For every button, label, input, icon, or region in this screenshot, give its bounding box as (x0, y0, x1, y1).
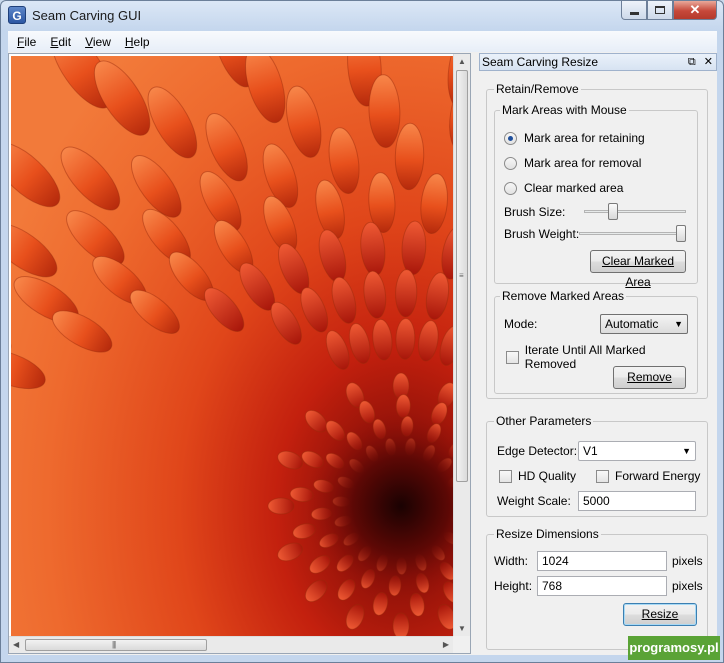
width-unit-label: pixels (672, 554, 703, 568)
dock-title-bar[interactable]: Seam Carving Resize ⧉ ✕ (479, 53, 717, 71)
horizontal-scroll-thumb[interactable]: ||| (25, 639, 207, 651)
mark-areas-group: Mark Areas with Mouse Mark area for reta… (494, 103, 698, 289)
remove-marked-legend: Remove Marked Areas (500, 289, 627, 303)
scroll-left-icon[interactable]: ◀ (13, 640, 19, 649)
watermark-logo: programosy.pl (628, 636, 720, 660)
close-icon: ✕ (689, 2, 701, 17)
brush-size-slider-thumb[interactable] (607, 203, 618, 220)
minimize-button[interactable] (621, 1, 647, 20)
flower-image (11, 56, 453, 636)
retain-remove-group: Retain/Remove Mark Areas with Mouse Mark… (486, 82, 708, 399)
width-label: Width: (494, 554, 529, 568)
minimize-icon (629, 11, 639, 15)
width-input[interactable]: 1024 (537, 551, 667, 571)
mode-select[interactable]: Automatic ▼ (600, 314, 688, 334)
edge-detector-select[interactable]: V1 ▼ (578, 441, 696, 461)
checkbox[interactable] (499, 469, 512, 483)
grip-icon: ≡ (459, 271, 464, 280)
title-bar[interactable]: G Seam Carving GUI ✕ (1, 1, 723, 31)
menu-view[interactable]: View (79, 35, 119, 49)
client-area: ▲ ≡ ▼ ◀ ||| ▶ Seam Carving Resize ⧉ ✕ Re… (8, 52, 717, 655)
app-icon: G (8, 6, 26, 24)
checkbox[interactable] (506, 350, 519, 364)
vertical-scrollbar[interactable]: ▲ ≡ ▼ (453, 54, 470, 636)
horizontal-scrollbar[interactable]: ◀ ||| ▶ (9, 636, 453, 653)
menu-help[interactable]: Help (119, 35, 158, 49)
chevron-down-icon: ▼ (674, 319, 683, 329)
retain-remove-legend: Retain/Remove (494, 82, 581, 96)
window-title: Seam Carving GUI (32, 8, 142, 23)
weight-scale-label: Weight Scale: (497, 494, 571, 508)
menu-edit[interactable]: Edit (44, 35, 79, 49)
radio-mark-removal[interactable]: Mark area for removal (504, 156, 641, 170)
radio-mark-retaining[interactable]: Mark area for retaining (504, 131, 645, 145)
vertical-scroll-thumb[interactable]: ≡ (456, 70, 468, 482)
seam-carving-dock: Seam Carving Resize ⧉ ✕ Retain/Remove Ma… (479, 53, 717, 653)
float-icon[interactable]: ⧉ (688, 56, 696, 68)
weight-scale-input[interactable]: 5000 (578, 491, 696, 511)
image-view[interactable]: ▲ ≡ ▼ ◀ ||| ▶ (8, 53, 471, 654)
menu-bar: File Edit View Help (8, 31, 717, 52)
maximize-icon (655, 6, 665, 14)
remove-marked-group: Remove Marked Areas Mode: Automatic ▼ It… (494, 289, 698, 394)
scroll-right-icon[interactable]: ▶ (443, 640, 449, 649)
radio-button[interactable] (504, 181, 517, 195)
remove-button[interactable]: Remove (613, 366, 686, 389)
app-window: G Seam Carving GUI ✕ File Edit View Help (0, 0, 724, 663)
dock-title: Seam Carving Resize (482, 55, 599, 69)
other-parameters-legend: Other Parameters (494, 414, 594, 428)
menu-file[interactable]: File (11, 35, 44, 49)
mark-areas-legend: Mark Areas with Mouse (500, 103, 629, 117)
scroll-down-icon[interactable]: ▼ (458, 624, 466, 633)
height-label: Height: (494, 579, 533, 593)
brush-weight-label: Brush Weight: (504, 227, 580, 241)
resize-dimensions-legend: Resize Dimensions (494, 527, 601, 541)
height-input[interactable]: 768 (537, 576, 667, 596)
radio-button[interactable] (504, 131, 517, 145)
caption-buttons: ✕ (621, 1, 717, 21)
grip-icon: ||| (112, 640, 116, 649)
height-unit-label: pixels (672, 579, 703, 593)
flower-photo-graphic (11, 56, 453, 636)
clear-marked-area-button[interactable]: Clear Marked Area (590, 250, 686, 289)
resize-dimensions-group: Resize Dimensions Width: 1024 pixels Hei… (486, 527, 708, 650)
resize-button[interactable]: Resize (623, 603, 697, 626)
brush-weight-slider-thumb[interactable] (676, 225, 686, 242)
edge-detector-label: Edge Detector: (497, 444, 578, 458)
radio-button[interactable] (504, 156, 517, 170)
hd-quality-checkbox[interactable]: HD Quality (499, 469, 576, 483)
brush-size-slider[interactable] (584, 210, 686, 213)
brush-size-label: Brush Size: (504, 205, 566, 219)
other-parameters-group: Other Parameters Edge Detector: V1 ▼ HD … (486, 414, 708, 517)
scrollbar-corner (453, 636, 470, 653)
radio-clear-marked[interactable]: Clear marked area (504, 181, 623, 195)
forward-energy-checkbox[interactable]: Forward Energy (596, 469, 700, 483)
scroll-up-icon[interactable]: ▲ (458, 57, 466, 66)
dock-close-icon[interactable]: ✕ (704, 56, 713, 68)
mode-label: Mode: (504, 317, 538, 331)
close-button[interactable]: ✕ (673, 1, 717, 20)
brush-weight-slider[interactable] (579, 232, 686, 235)
maximize-button[interactable] (647, 1, 673, 20)
chevron-down-icon: ▼ (682, 446, 691, 456)
checkbox[interactable] (596, 469, 609, 483)
